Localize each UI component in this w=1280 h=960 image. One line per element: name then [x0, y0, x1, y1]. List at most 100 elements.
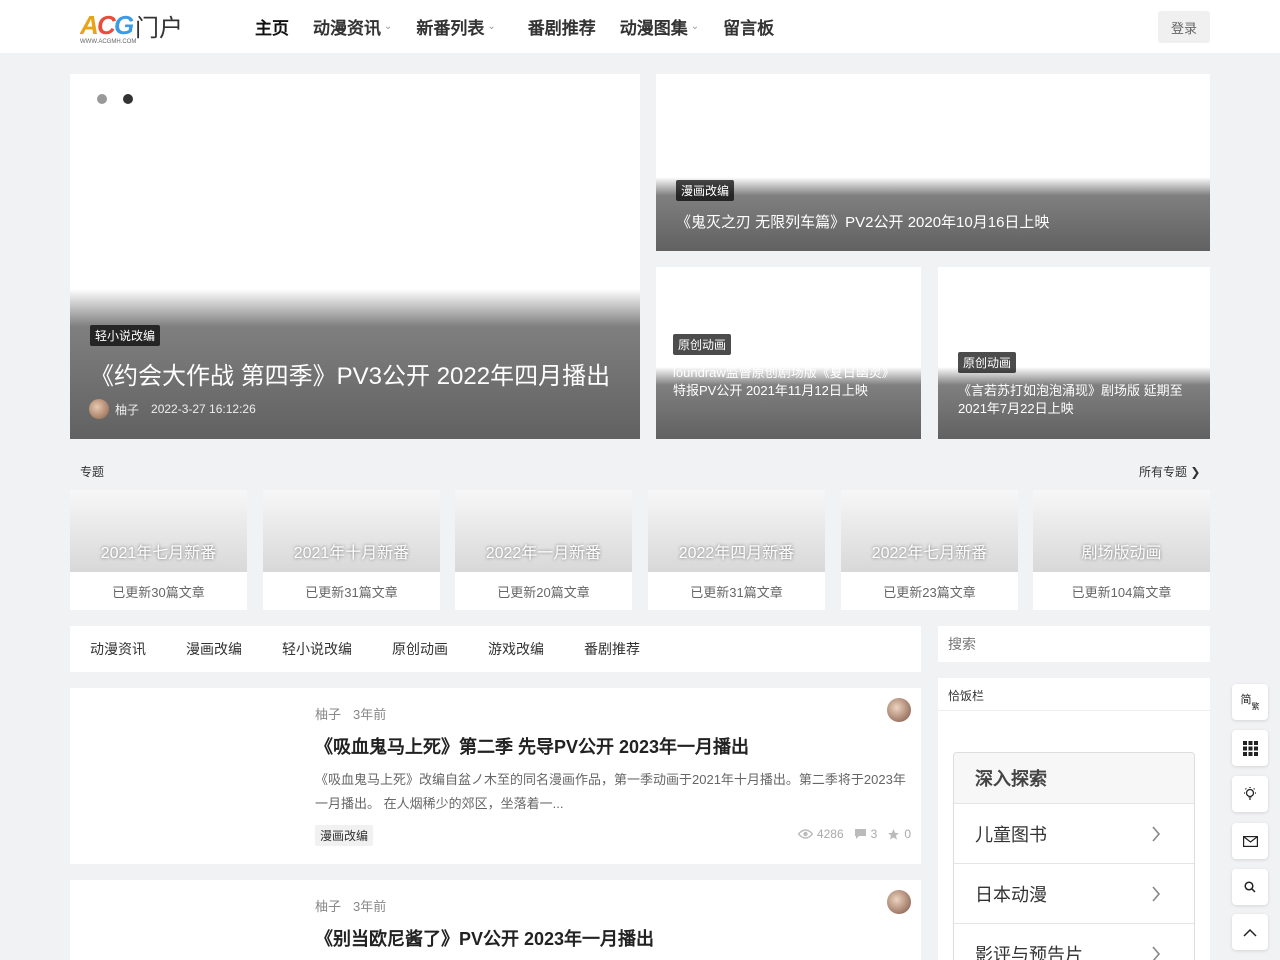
nav-guestbook[interactable]: 留言板: [723, 14, 774, 39]
search-icon: [1244, 881, 1256, 893]
svg-text:WWW.ACGMH.COM: WWW.ACGMH.COM: [80, 39, 136, 44]
grid-menu-button[interactable]: [1232, 730, 1268, 766]
nav-label: 动漫资讯: [313, 19, 381, 38]
topic-card[interactable]: 2021年十月新番 已更新31篇文章: [263, 490, 440, 610]
chevron-right-icon: [1152, 825, 1161, 842]
topic-name: 2021年七月新番: [100, 545, 217, 562]
topic-count: 已更新31篇文章: [305, 585, 398, 600]
slider-dot-active[interactable]: [123, 94, 133, 104]
category-tab[interactable]: 番剧推荐: [584, 639, 640, 659]
search-box: [938, 626, 1210, 662]
category-tag[interactable]: 原创动画: [673, 334, 732, 355]
category-tab[interactable]: 游戏改编: [488, 639, 544, 659]
topic-card[interactable]: 2022年七月新番 已更新23篇文章: [841, 490, 1018, 610]
topic-card[interactable]: 2021年七月新番 已更新30篇文章: [70, 490, 247, 610]
search-button[interactable]: [1232, 869, 1268, 905]
topic-name: 剧场版动画: [1081, 545, 1162, 562]
login-button[interactable]: 登录: [1158, 11, 1210, 43]
nav-label: 新番列表: [416, 19, 485, 38]
site-logo[interactable]: A C G 门户 WWW.ACGMH.COM: [80, 10, 186, 44]
hero-main-title[interactable]: 《约会大作战 第四季》PV3公开 2022年四月播出: [90, 356, 610, 391]
topic-count: 已更新20篇文章: [497, 585, 590, 600]
topic-card[interactable]: 2022年四月新番 已更新31篇文章: [648, 490, 825, 610]
category-tag[interactable]: 轻小说改编: [90, 325, 161, 346]
star-icon: [888, 828, 900, 840]
svg-text:门户: 门户: [135, 14, 183, 42]
comments-stat: 3: [854, 827, 877, 841]
author-name[interactable]: 柚子: [315, 707, 341, 722]
topic-name: 2021年十月新番: [293, 545, 410, 562]
chevron-right-icon: [1152, 885, 1161, 902]
chevron-down-icon: ⌄: [690, 21, 700, 32]
explore-item[interactable]: 日本动漫: [954, 863, 1194, 923]
category-tabs: 动漫资讯 漫画改编 轻小说改编 原创动画 游戏改编 番剧推荐: [70, 626, 921, 672]
explore-item-label: 影评与预告片: [975, 944, 1083, 960]
topic-count: 已更新104篇文章: [1071, 585, 1172, 600]
author-name[interactable]: 柚子: [315, 899, 341, 914]
slider-dot[interactable]: [97, 94, 107, 104]
category-tab[interactable]: 漫画改编: [186, 639, 242, 659]
search-input[interactable]: [938, 626, 1210, 662]
likes-count: 0: [904, 827, 911, 841]
post-thumbnail[interactable]: [70, 880, 300, 960]
likes-stat: 0: [887, 827, 911, 841]
language-toggle-button[interactable]: 简繁: [1232, 684, 1268, 720]
nav-gallery[interactable]: 动漫图集 ⌄: [620, 14, 699, 39]
post-item: 柚子 3年前 《别当欧尼酱了》PV公开 2023年一月播出: [70, 880, 921, 960]
hero-side-right-title[interactable]: 《言若苏打如泡泡涌现》剧场版 延期至2021年7月22日上映: [958, 382, 1194, 418]
theme-toggle-button[interactable]: [1232, 776, 1268, 812]
avatar[interactable]: [887, 890, 911, 914]
topic-card[interactable]: 剧场版动画 已更新104篇文章: [1033, 490, 1210, 610]
topic-name: 2022年一月新番: [485, 545, 602, 562]
topic-card[interactable]: 2022年一月新番 已更新20篇文章: [455, 490, 632, 610]
hero-side-left-title[interactable]: loundraw监督原创剧场版《夏日幽灵》特报PV公开 2021年11月12日上…: [673, 364, 893, 400]
nav-anime-news[interactable]: 动漫资讯 ⌄: [313, 14, 392, 39]
topic-count: 已更新30篇文章: [112, 585, 205, 600]
explore-item[interactable]: 影评与预告片: [954, 923, 1194, 960]
nav-label: 留言板: [723, 19, 775, 38]
explore-item[interactable]: 儿童图书: [954, 803, 1194, 863]
topic-count: 已更新23篇文章: [883, 585, 976, 600]
category-tag[interactable]: 漫画改编: [676, 180, 735, 201]
category-tag[interactable]: 原创动画: [958, 352, 1017, 373]
hero-side-top-title[interactable]: 《鬼灭之刃 无限列车篇》PV2公开 2020年10月16日上映: [676, 211, 1049, 232]
divider: [938, 710, 1210, 711]
avatar[interactable]: [887, 698, 911, 722]
post-title[interactable]: 《别当欧尼酱了》PV公开 2023年一月播出: [315, 925, 654, 951]
post-title[interactable]: 《吸血鬼马上死》第二季 先导PV公开 2023年一月播出: [315, 733, 749, 759]
explore-item-label: 日本动漫: [975, 884, 1047, 905]
post-meta: 柚子 3年前: [315, 704, 398, 723]
explore-heading: 深入探索: [954, 753, 1194, 803]
topic-name: 2022年四月新番: [678, 545, 795, 562]
post-tag[interactable]: 漫画改编: [315, 825, 374, 846]
contact-button[interactable]: [1232, 823, 1268, 859]
views-count: 4286: [816, 827, 844, 841]
main-nav: 主页 动漫资讯 ⌄ 新番列表 ⌄ 番剧推荐 动漫图集 ⌄ 留言板: [255, 0, 798, 53]
category-tab[interactable]: 原创动画: [392, 639, 448, 659]
grid-icon: [1242, 740, 1258, 756]
category-tab[interactable]: 动漫资讯: [90, 639, 146, 659]
explore-item-label: 儿童图书: [975, 824, 1047, 845]
all-topics-link[interactable]: 所有专题 ❯: [1139, 463, 1200, 480]
nav-recommend[interactable]: 番剧推荐: [528, 14, 596, 39]
hero-meta: 柚子 2022-3-27 16:12:26: [89, 399, 256, 419]
nav-label: 主页: [255, 19, 289, 38]
nav-home[interactable]: 主页: [255, 14, 289, 39]
back-to-top-button[interactable]: [1232, 914, 1268, 950]
topic-name: 2022年七月新番: [871, 545, 988, 562]
post-thumbnail[interactable]: [70, 688, 300, 864]
topic-count: 已更新31篇文章: [690, 585, 783, 600]
category-tab[interactable]: 轻小说改编: [282, 639, 352, 659]
chevron-up-icon: [1243, 928, 1257, 937]
post-time: 3年前: [353, 707, 387, 722]
eye-icon: [797, 829, 813, 839]
author-name[interactable]: 柚子: [115, 401, 139, 418]
mail-icon: [1242, 835, 1258, 847]
nav-label: 番剧推荐: [527, 19, 596, 38]
avatar[interactable]: [89, 399, 109, 419]
svg-text:G: G: [114, 10, 134, 40]
nav-new-season[interactable]: 新番列表 ⌄: [416, 14, 495, 39]
slider-dots: [97, 94, 133, 104]
site-header: A C G 门户 WWW.ACGMH.COM 主页 动漫资讯 ⌄ 新番列表 ⌄ 番剧…: [0, 0, 1280, 53]
post-item: 柚子 3年前 《吸血鬼马上死》第二季 先导PV公开 2023年一月播出 《吸血鬼马…: [70, 688, 921, 864]
